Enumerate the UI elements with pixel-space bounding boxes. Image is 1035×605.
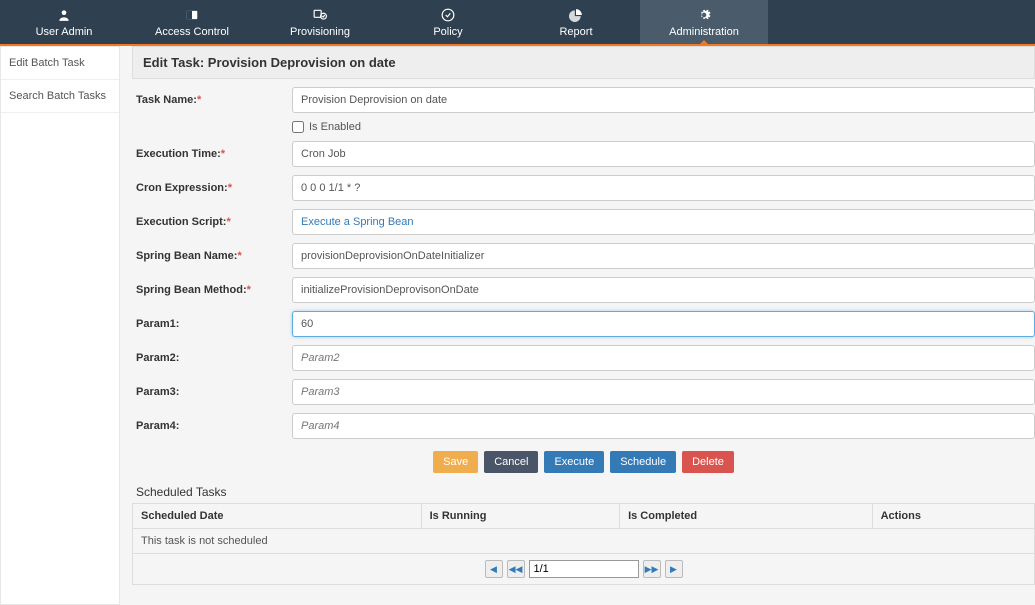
nav-label: Policy (384, 26, 512, 38)
provisioning-icon (256, 6, 384, 24)
card-icon (128, 6, 256, 24)
pager-next-button[interactable]: ▶▶ (643, 560, 661, 578)
nav-label: Report (512, 26, 640, 38)
nav-label: User Admin (0, 26, 128, 38)
execute-button[interactable]: Execute (544, 451, 604, 473)
nav-provisioning[interactable]: Provisioning (256, 0, 384, 44)
page-title: Edit Task: Provision Deprovision on date (132, 46, 1035, 79)
pager-page-input[interactable] (529, 560, 639, 578)
pager-last-button[interactable]: ▶ (665, 560, 683, 578)
label-spring-bean-method: Spring Bean Method:* (132, 284, 292, 296)
sidebar-item-search-batch[interactable]: Search Batch Tasks (1, 80, 119, 113)
prev-icon: ◀◀ (509, 564, 523, 575)
label-param3: Param3: (132, 386, 292, 398)
param3-input[interactable] (292, 379, 1035, 405)
empty-message: This task is not scheduled (133, 529, 1035, 554)
next-icon: ▶▶ (645, 564, 659, 575)
user-icon (0, 6, 128, 24)
pager-first-button[interactable]: ◀ (485, 560, 503, 578)
label-spring-bean-name: Spring Bean Name:* (132, 250, 292, 262)
pie-chart-icon (512, 6, 640, 24)
cron-expression-input[interactable] (292, 175, 1035, 201)
label-task-name: Task Name:* (132, 94, 292, 106)
nav-label: Administration (640, 26, 768, 38)
gear-icon (640, 6, 768, 24)
schedule-button[interactable]: Schedule (610, 451, 676, 473)
nav-policy[interactable]: Policy (384, 0, 512, 44)
nav-report[interactable]: Report (512, 0, 640, 44)
pager-prev-button[interactable]: ◀◀ (507, 560, 525, 578)
param1-input[interactable] (292, 311, 1035, 337)
param4-input[interactable] (292, 413, 1035, 439)
label-param1: Param1: (132, 318, 292, 330)
sidebar: Edit Batch Task Search Batch Tasks (0, 46, 120, 605)
top-nav: User Admin Access Control Provisioning P… (0, 0, 1035, 46)
action-buttons: Save Cancel Execute Schedule Delete (132, 451, 1035, 473)
execution-time-input[interactable] (292, 141, 1035, 167)
nav-access-control[interactable]: Access Control (128, 0, 256, 44)
save-button[interactable]: Save (433, 451, 478, 473)
col-scheduled-date: Scheduled Date (133, 504, 422, 529)
label-param2: Param2: (132, 352, 292, 364)
delete-button[interactable]: Delete (682, 451, 734, 473)
pager: ◀ ◀◀ ▶▶ ▶ (132, 554, 1035, 585)
is-enabled-checkbox[interactable] (292, 121, 304, 133)
main-content: Edit Task: Provision Deprovision on date… (120, 46, 1035, 605)
table-row: This task is not scheduled (133, 529, 1035, 554)
is-enabled-label: Is Enabled (309, 121, 361, 133)
execution-script-input[interactable] (292, 209, 1035, 235)
label-param4: Param4: (132, 420, 292, 432)
nav-label: Provisioning (256, 26, 384, 38)
spring-bean-method-input[interactable] (292, 277, 1035, 303)
first-icon: ◀ (490, 564, 497, 575)
nav-label: Access Control (128, 26, 256, 38)
check-circle-icon (384, 6, 512, 24)
scheduled-tasks-table: Scheduled Date Is Running Is Completed A… (132, 503, 1035, 554)
last-icon: ▶ (670, 564, 677, 575)
task-name-input[interactable] (292, 87, 1035, 113)
col-actions: Actions (872, 504, 1034, 529)
cancel-button[interactable]: Cancel (484, 451, 538, 473)
col-is-completed: Is Completed (620, 504, 873, 529)
label-cron-expression: Cron Expression:* (132, 182, 292, 194)
scheduled-tasks-title: Scheduled Tasks (136, 485, 1035, 499)
col-is-running: Is Running (421, 504, 619, 529)
param2-input[interactable] (292, 345, 1035, 371)
sidebar-item-edit-batch[interactable]: Edit Batch Task (1, 47, 119, 80)
edit-task-form: Task Name:* Is Enabled Execution Time:* … (132, 79, 1035, 585)
spring-bean-name-input[interactable] (292, 243, 1035, 269)
label-execution-script: Execution Script:* (132, 216, 292, 228)
nav-user-admin[interactable]: User Admin (0, 0, 128, 44)
nav-administration[interactable]: Administration (640, 0, 768, 44)
label-execution-time: Execution Time:* (132, 148, 292, 160)
